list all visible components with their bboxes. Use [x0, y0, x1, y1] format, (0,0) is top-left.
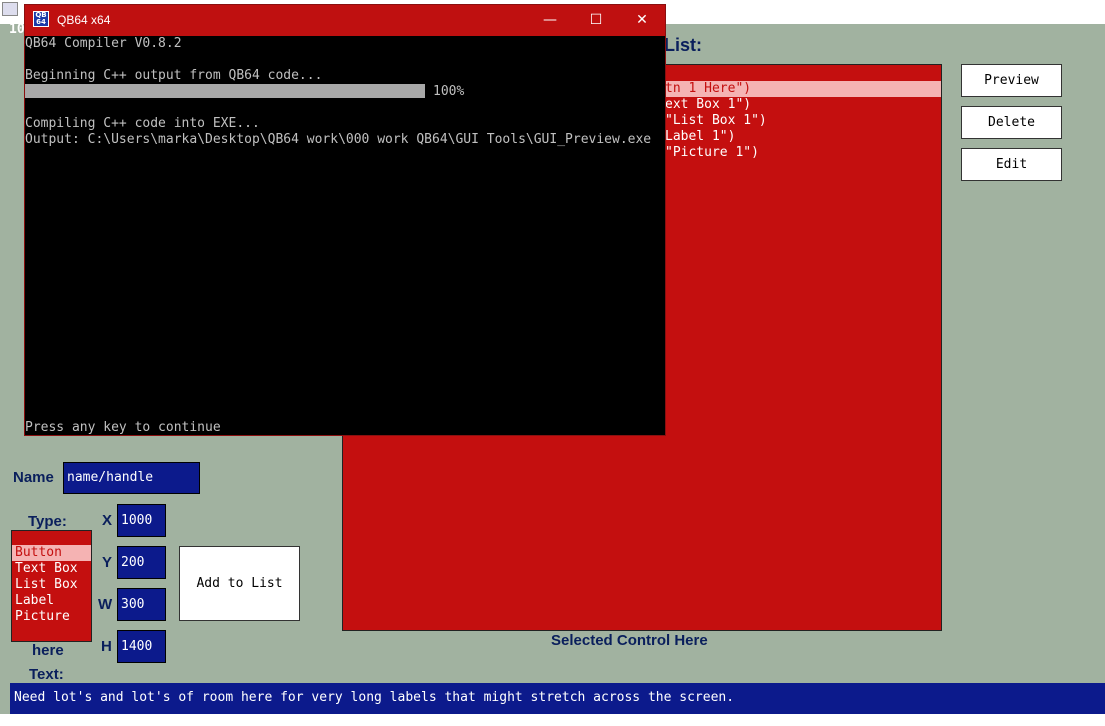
app-window-icon: [2, 2, 18, 16]
w-label: W: [98, 596, 113, 613]
h-label: H: [101, 638, 112, 655]
here-label: here: [32, 642, 64, 659]
progress-bar-fill: [25, 84, 425, 98]
bottom-strip: [0, 714, 1105, 726]
h-input[interactable]: 1400: [117, 630, 166, 663]
x-label: X: [102, 512, 113, 529]
app-top-number: 10: [9, 22, 25, 37]
minimize-icon[interactable]: —: [527, 5, 573, 36]
progress-percent: 100%: [433, 84, 465, 99]
console-window: QB 64 QB64 x64 — ☐ ✕ QB64 Compiler V0.8.…: [24, 4, 666, 436]
type-list-item[interactable]: Button: [12, 545, 91, 561]
name-input[interactable]: name/handle: [63, 462, 200, 494]
edit-button[interactable]: Edit: [961, 148, 1062, 181]
console-line-press-key: Press any key to continue: [25, 420, 221, 435]
y-input[interactable]: 200: [117, 546, 166, 579]
console-line-compiler: QB64 Compiler V0.8.2: [25, 36, 182, 51]
console-title: QB64 x64: [57, 13, 111, 27]
text-input[interactable]: Need lot's and lot's of room here for ve…: [10, 683, 1105, 714]
add-to-list-button[interactable]: Add to List: [179, 546, 300, 621]
name-label: Name: [13, 469, 54, 486]
y-label: Y: [102, 554, 113, 571]
type-list-item[interactable]: Text Box: [12, 561, 91, 577]
close-icon[interactable]: ✕: [619, 5, 665, 36]
delete-button[interactable]: Delete: [961, 106, 1062, 139]
text-label: Text:: [29, 666, 64, 683]
type-list-item[interactable]: Label: [12, 593, 91, 609]
list-heading: List:: [664, 35, 702, 55]
preview-button[interactable]: Preview: [961, 64, 1062, 97]
type-list-box[interactable]: Button Text Box List Box Label Picture: [11, 530, 92, 642]
console-line-output: Output: C:\Users\marka\Desktop\QB64 work…: [25, 132, 652, 147]
w-input[interactable]: 300: [117, 588, 166, 621]
type-list-item[interactable]: List Box: [12, 577, 91, 593]
x-input[interactable]: 1000: [117, 504, 166, 537]
console-line-compiling: Compiling C++ code into EXE...: [25, 116, 260, 131]
selected-control-caption: Selected Control Here: [551, 632, 708, 649]
qb64-app-icon: QB 64: [33, 11, 49, 27]
console-title-bar[interactable]: QB 64 QB64 x64 — ☐ ✕: [25, 5, 665, 36]
console-line-beginning: Beginning C++ output from QB64 code...: [25, 68, 323, 83]
type-label: Type:: [28, 513, 67, 530]
type-list-item[interactable]: Picture: [12, 609, 91, 625]
maximize-icon[interactable]: ☐: [573, 5, 619, 36]
progress-bar: [25, 84, 425, 98]
